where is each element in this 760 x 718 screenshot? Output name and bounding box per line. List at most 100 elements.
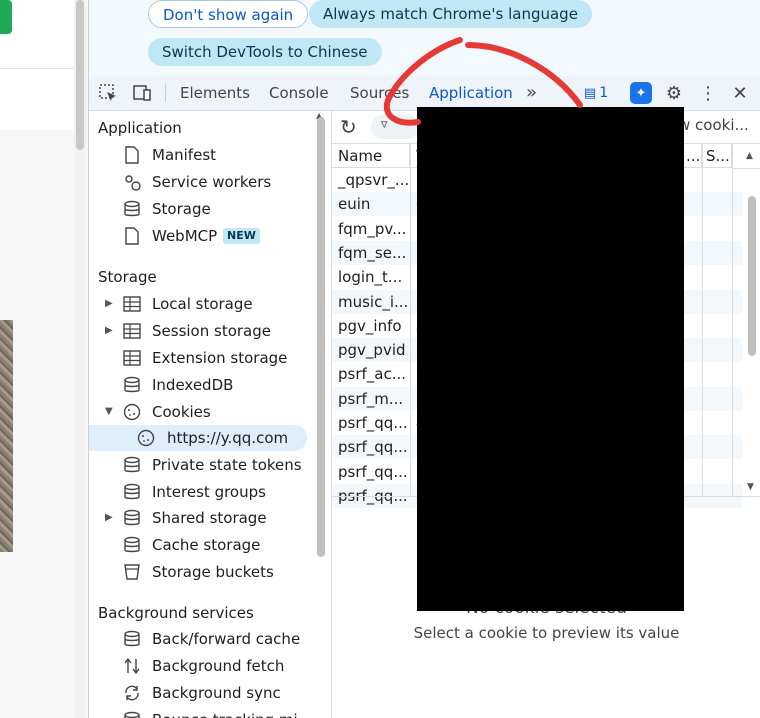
sidebar-item-shared-storage[interactable]: ▶ Shared storage [89, 505, 319, 531]
more-options-icon[interactable]: ⋮ [697, 82, 719, 104]
ai-assistant-icon[interactable]: ✦ [630, 82, 652, 104]
sidebar-item-label: Back/forward cache [152, 630, 301, 648]
inspect-element-icon[interactable] [97, 82, 119, 104]
cookie-name-cell: psrf_qq... [338, 462, 408, 481]
database-icon [123, 509, 141, 527]
expand-arrow-icon[interactable]: ▶ [105, 291, 113, 317]
sidebar-item-label: Storage [152, 200, 211, 218]
sidebar-item-label: Interest groups [152, 483, 266, 501]
sidebar-item-label: Manifest [152, 146, 217, 164]
column-header-filler: ▲ [732, 144, 760, 169]
sidebar-item-label: Cache storage [152, 536, 261, 554]
red-scribble-annotation [383, 37, 583, 126]
sidebar-item-label: https://y.qq.com [167, 429, 289, 447]
column-divider [410, 144, 411, 496]
database-icon [123, 376, 141, 394]
cookie-name-cell: fqm_pv... [338, 219, 407, 238]
sidebar-item-label: Cookies [152, 403, 211, 421]
sidebar-item-bounce-tracking[interactable]: Bounce tracking mi... [89, 707, 319, 718]
scroll-down-icon[interactable]: ▼ [747, 482, 754, 492]
database-icon [123, 711, 141, 718]
sidebar-item-storage-buckets[interactable]: Storage buckets [89, 559, 319, 585]
sidebar-item-label: Private state tokens [152, 456, 302, 474]
dont-show-again-button[interactable]: Don't show again [148, 0, 309, 28]
cookie-name-cell: music_i... [338, 292, 409, 311]
tab-elements[interactable]: Elements [180, 76, 250, 110]
cookie-name-cell: login_t... [338, 268, 403, 287]
column-divider [732, 144, 733, 496]
collapse-arrow-icon[interactable]: ▼ [105, 399, 113, 425]
close-icon[interactable]: ✕ [729, 82, 751, 104]
sidebar-item-label: WebMCP [152, 227, 218, 245]
sidebar-item-back-forward-cache[interactable]: Back/forward cache [89, 626, 319, 652]
table-scrollbar[interactable] [748, 196, 756, 356]
sidebar-item-extension-storage[interactable]: Extension storage [89, 345, 319, 371]
cookie-icon [137, 429, 155, 447]
page-image [0, 320, 13, 552]
sidebar-item-private-state-tokens[interactable]: Private state tokens [89, 452, 319, 478]
grid-icon [123, 322, 141, 340]
file-icon [123, 146, 141, 164]
cookie-name-cell: _qpsvr_... [338, 171, 410, 189]
cookie-name-cell: euin [338, 195, 371, 214]
refresh-icon[interactable]: ↻ [340, 115, 357, 139]
database-icon [123, 200, 141, 218]
sidebar-item-interest-groups[interactable]: Interest groups [89, 479, 319, 505]
sidebar-item-cookies[interactable]: ▼ Cookies [89, 399, 319, 425]
gear-icon[interactable]: ⚙ [663, 82, 685, 104]
preview-hint: Select a cookie to preview its value [413, 624, 680, 642]
background-services-title: Background services [98, 604, 254, 622]
sidebar-item-storage-overview[interactable]: Storage [89, 196, 319, 222]
sidebar-item-label: Shared storage [152, 509, 267, 527]
sidebar-item-label: Background fetch [152, 657, 285, 675]
sidebar-item-manifest[interactable]: Manifest [89, 142, 319, 168]
sidebar-item-indexeddb[interactable]: IndexedDB [89, 372, 319, 398]
sidebar-item-local-storage[interactable]: ▶ Local storage [89, 291, 319, 317]
web-page-area [0, 0, 88, 718]
sidebar-item-cache-storage[interactable]: Cache storage [89, 532, 319, 558]
grid-icon [123, 349, 141, 367]
file-icon [123, 227, 141, 245]
sidebar-item-webmcp[interactable]: WebMCP NEW [89, 223, 319, 249]
sidebar-item-service-workers[interactable]: Service workers [89, 169, 319, 195]
sidebar-scrollbar[interactable] [317, 117, 325, 557]
expand-arrow-icon[interactable]: ▶ [105, 505, 113, 531]
column-more-header[interactable]: ... [684, 144, 702, 168]
database-icon [123, 536, 141, 554]
always-match-language-button[interactable]: Always match Chrome's language [309, 0, 592, 28]
switch-devtools-chinese-button[interactable]: Switch DevTools to Chinese [148, 38, 382, 66]
cookie-name-cell: fqm_se... [338, 243, 407, 262]
sidebar-item-label: Background sync [152, 684, 281, 702]
cookie-name-cell: pgv_pvid [338, 341, 406, 360]
sidebar-item-label: Local storage [152, 295, 253, 313]
sidebar-item-background-sync[interactable]: Background sync [89, 680, 319, 706]
cookie-name-cell: psrf_qq... [338, 438, 408, 457]
grid-icon [123, 295, 141, 313]
database-icon [123, 456, 141, 474]
column-name-header[interactable]: Name [332, 144, 410, 168]
sidebar-item-label: Bounce tracking mi... [152, 707, 312, 718]
sidebar-item-label: Extension storage [152, 349, 288, 367]
sidebar-item-cookie-origin[interactable]: https://y.qq.com [89, 425, 307, 451]
up-down-arrows-icon [123, 657, 141, 675]
redaction-box [417, 107, 684, 611]
tab-console[interactable]: Console [269, 76, 329, 110]
issues-count: 1 [599, 85, 609, 101]
device-toolbar-icon[interactable] [131, 82, 153, 104]
column-secure-header[interactable]: S... [702, 144, 732, 168]
scroll-up-icon[interactable]: ▲ [746, 144, 753, 168]
application-sidebar: Application Manifest Service workers Sto… [89, 111, 332, 718]
only-show-cookies-label[interactable]: w cooki... [678, 116, 749, 134]
expand-arrow-icon[interactable]: ▶ [105, 318, 113, 344]
database-icon [123, 630, 141, 648]
column-divider [702, 144, 703, 496]
sidebar-item-label: IndexedDB [152, 376, 234, 394]
sync-icon [123, 684, 141, 702]
sidebar-item-session-storage[interactable]: ▶ Session storage [89, 318, 319, 344]
sidebar-item-label: Service workers [152, 173, 272, 191]
page-scrollbar-thumb[interactable] [76, 0, 84, 150]
page-divider [0, 68, 74, 69]
new-badge: NEW [223, 228, 260, 244]
sidebar-item-background-fetch[interactable]: Background fetch [89, 653, 319, 679]
page-green-button[interactable] [0, 0, 12, 34]
